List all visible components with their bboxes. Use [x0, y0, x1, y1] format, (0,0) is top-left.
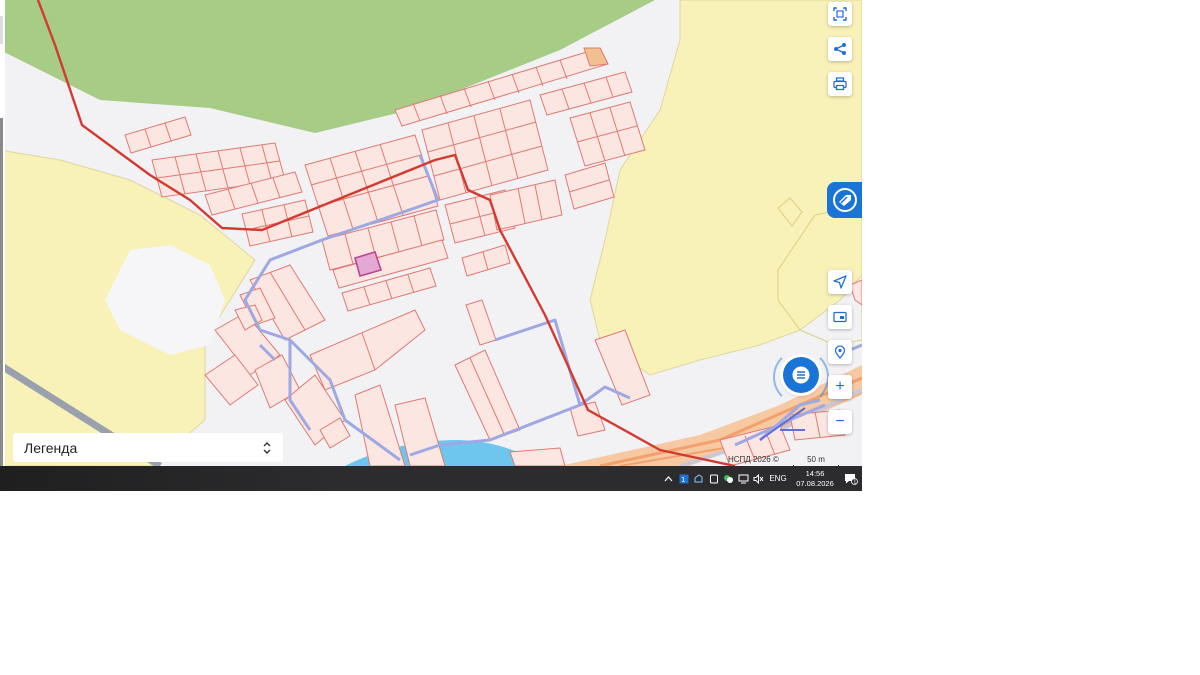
clock-time: 14:56: [805, 468, 825, 478]
clock-date: 07.08.2026: [796, 478, 834, 488]
print-icon: [833, 77, 847, 91]
system-tray: 1 ENG 14:56 07.08.2026 1: [661, 466, 862, 491]
pin-icon: [834, 345, 846, 359]
zoom-in-button[interactable]: +: [828, 375, 852, 399]
chevron-updown-icon: [263, 441, 271, 454]
legend-label: Легенда: [24, 439, 78, 456]
notifications-button[interactable]: 1: [840, 473, 862, 485]
nspd-logo-icon: [832, 188, 857, 212]
legend-dropdown[interactable]: Легенда: [13, 433, 283, 462]
scrollbar[interactable]: [0, 118, 3, 466]
select-area-button[interactable]: [828, 2, 852, 26]
share-icon: [834, 43, 846, 55]
notification-icon: 1: [845, 473, 858, 485]
field-area-right: [589, 0, 862, 376]
layers-icon: [833, 311, 847, 323]
network-icon[interactable]: [736, 466, 751, 491]
map-mode-button[interactable]: [828, 305, 852, 329]
zoom-out-icon: −: [835, 413, 845, 430]
sidebar-edge: [0, 0, 5, 466]
map-attribution: НСПД 2026 ©: [728, 455, 779, 464]
screenshot: + − Легенда НСПД 2026 © 50 m 1 ENG 14:56…: [0, 0, 862, 491]
volume-muted-icon[interactable]: [751, 466, 766, 491]
svg-text:1: 1: [681, 476, 685, 484]
scale-label: 50 m: [807, 455, 825, 464]
cloud-icon[interactable]: [691, 466, 706, 491]
my-location-button[interactable]: [828, 270, 852, 294]
scale-bar: 50 m: [793, 455, 839, 469]
language-indicator[interactable]: ENG: [766, 474, 790, 483]
device-icon[interactable]: [706, 466, 721, 491]
place-marker-button[interactable]: [828, 340, 852, 364]
cadastral-map[interactable]: [0, 0, 862, 466]
taskbar-clock[interactable]: 14:56 07.08.2026: [790, 469, 840, 489]
zoom-out-button[interactable]: −: [828, 410, 852, 434]
taskbar: 1 ENG 14:56 07.08.2026 1: [0, 466, 862, 491]
zoom-in-icon: +: [835, 378, 845, 395]
app-tray-icon[interactable]: 1: [676, 466, 691, 491]
nspd-service-button[interactable]: [827, 182, 862, 218]
notification-count: 1: [853, 479, 856, 485]
print-button[interactable]: [828, 72, 852, 96]
navigate-icon: [833, 275, 847, 289]
chevron-up-icon[interactable]: [661, 466, 676, 491]
sidebar-tab[interactable]: [0, 16, 3, 44]
chat-button[interactable]: [783, 357, 819, 393]
chat-tray-icon[interactable]: [721, 466, 736, 491]
share-button[interactable]: [828, 37, 852, 61]
map-canvas: [0, 0, 862, 466]
select-area-icon: [833, 7, 847, 21]
chat-icon: [792, 366, 810, 384]
